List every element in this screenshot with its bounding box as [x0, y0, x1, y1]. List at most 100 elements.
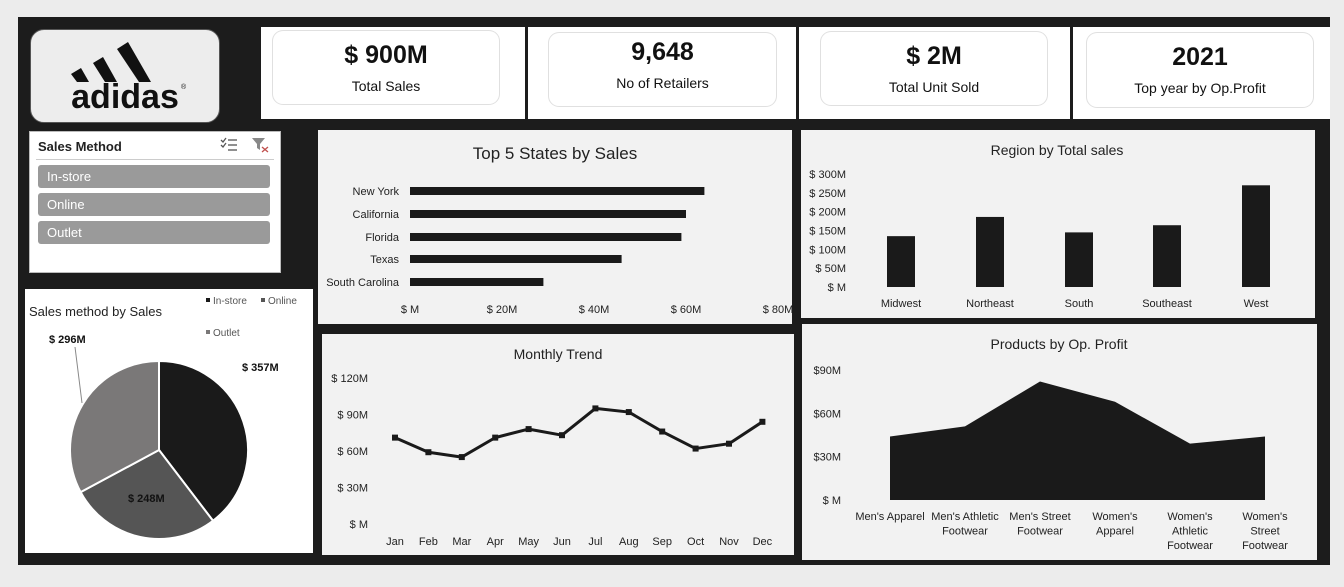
kpi-value: 9,648: [631, 38, 694, 66]
point-apr: [492, 434, 499, 441]
slicer-item-outlet[interactable]: Outlet: [38, 221, 270, 244]
bar-southeast: [1153, 225, 1181, 287]
y-tick-label: $60M: [813, 408, 841, 420]
legend-swatch-in-store: [206, 298, 210, 302]
category-label: Men's Athletic Footwear: [931, 511, 999, 538]
x-tick-label: Aug: [619, 536, 639, 548]
category-label: Florida: [365, 232, 400, 244]
logo-wordmark: adidas: [71, 78, 179, 116]
y-tick-label: $ 90M: [337, 410, 368, 422]
legend-label-outlet: Outlet: [213, 328, 240, 339]
category-label: Texas: [370, 254, 399, 266]
trend-line: [394, 406, 764, 459]
point-jun: [559, 432, 565, 439]
point-sep: [659, 428, 666, 435]
chart-title: Products by Op. Profit: [991, 336, 1128, 352]
x-tick-label: $ 20M: [487, 304, 518, 316]
multi-select-icon[interactable]: [220, 137, 238, 153]
x-tick-label: Jun: [553, 536, 571, 548]
category-label: Men's Street Footwear: [1009, 511, 1070, 538]
kpi-card-total-sales: $ 900M Total Sales: [273, 31, 499, 104]
region-bar-chart: Region by Total sales $ M $ 50M $ 100M $ 150…: [809, 142, 1270, 310]
kpi-label: Total Unit Sold: [888, 79, 980, 95]
x-tick-label: $ 40M: [579, 304, 610, 316]
point-jul: [592, 405, 599, 412]
pie-chart-panel: Sales method by Sales $ 357M $ 248M $ 296M I…: [25, 289, 313, 553]
x-tick-label: $ 60M: [671, 304, 702, 316]
top-states-panel: Top 5 States by Sales New York California F…: [318, 130, 793, 324]
category-label: New York: [353, 186, 400, 198]
slicer-item-online[interactable]: Online: [38, 193, 270, 216]
pie-label-outlet: $ 296M: [49, 334, 86, 346]
sales-method-slicer: Sales Method In-store Online Outlet: [29, 131, 281, 273]
point-may: [525, 426, 532, 433]
category-label: Women's Apparel: [1092, 511, 1138, 538]
y-tick-label: $ 150M: [809, 226, 846, 238]
category-label: Southeast: [1142, 298, 1192, 310]
adidas-logo: adidas ®: [71, 42, 187, 116]
chart-title: Sales method by Sales: [29, 304, 162, 319]
category-label: Northeast: [966, 298, 1014, 310]
slicer-item-in-store[interactable]: In-store: [38, 165, 270, 188]
kpi-panel-retailers: 9,648 No of Retailers: [528, 27, 796, 119]
category-label: South Carolina: [326, 277, 400, 289]
kpi-label: Top year by Op.Profit: [1134, 80, 1266, 96]
category-label: California: [353, 209, 400, 221]
y-tick-label: $ 60M: [337, 446, 368, 458]
kpi-panel-sales: $ 900M Total Sales: [261, 27, 525, 119]
x-tick-label: $ 80M: [763, 304, 792, 316]
y-tick-label: $ 50M: [815, 263, 846, 275]
x-tick-label: Oct: [687, 536, 704, 548]
legend-swatch-outlet: [206, 330, 210, 334]
x-tick-label: Mar: [452, 536, 471, 548]
y-tick-label: $ 120M: [331, 373, 368, 385]
monthly-trend-line-chart: Monthly Trend $ M $ 30M $ 60M $ 90M $ 120M Jan…: [331, 346, 772, 548]
kpi-value: $ 2M: [906, 42, 962, 70]
category-label: West: [1244, 298, 1269, 310]
kpi-card-top-year: 2021 Top year by Op.Profit: [1087, 33, 1313, 107]
chart-title: Region by Total sales: [991, 142, 1124, 158]
x-tick-label: Sep: [652, 536, 672, 548]
kpi-panel-units: $ 2M Total Unit Sold: [799, 27, 1070, 119]
bar-south: [1065, 232, 1093, 287]
bar-midwest: [887, 236, 915, 287]
x-tick-label: Nov: [719, 536, 739, 548]
y-tick-label: $ 30M: [337, 483, 368, 495]
legend-label-in-store: In-store: [213, 296, 247, 307]
point-aug: [625, 409, 632, 416]
slicer-divider: [36, 159, 274, 160]
x-tick-label: Feb: [419, 536, 438, 548]
bar-texas: [410, 255, 622, 263]
x-tick-label: $ M: [401, 304, 419, 316]
x-tick-label: Jan: [386, 536, 404, 548]
category-label: South: [1065, 298, 1094, 310]
y-tick-label: $30M: [813, 452, 841, 464]
category-label: Men's Apparel: [855, 511, 924, 523]
category-label: Women's Athletic Footwear: [1167, 511, 1213, 552]
kpi-label: Total Sales: [351, 78, 421, 94]
kpi-card-units: $ 2M Total Unit Sold: [821, 32, 1047, 105]
kpi-label: No of Retailers: [616, 75, 709, 91]
clear-filter-icon[interactable]: [251, 137, 269, 153]
point-mar: [458, 454, 465, 461]
x-tick-label: Jul: [588, 536, 602, 548]
y-tick-label: $ M: [350, 519, 368, 531]
bar-west: [1242, 185, 1270, 287]
legend-swatch-online: [261, 298, 265, 302]
products-area-chart: Products by Op. Profit $ M $30M $60M $90M Men…: [813, 336, 1288, 552]
brand-logo-card: adidas ®: [30, 29, 220, 123]
y-tick-label: $ M: [828, 282, 846, 294]
x-tick-label: May: [518, 536, 539, 548]
legend-label-online: Online: [268, 296, 297, 307]
pie-label-in-store: $ 357M: [242, 362, 279, 374]
x-tick-label: Apr: [487, 536, 504, 548]
kpi-panel-top-year: 2021 Top year by Op.Profit: [1073, 27, 1330, 119]
point-nov: [726, 440, 732, 447]
category-label: Women's Street Footwear: [1242, 511, 1288, 552]
svg-text:®: ®: [181, 83, 187, 91]
profit-area: [890, 381, 1265, 500]
point-dec: [759, 418, 766, 425]
bar-florida: [410, 233, 682, 241]
bar-south-carolina: [410, 278, 544, 286]
sales-method-pie-chart: Sales method by Sales $ 357M $ 248M $ 296M I…: [29, 296, 297, 540]
